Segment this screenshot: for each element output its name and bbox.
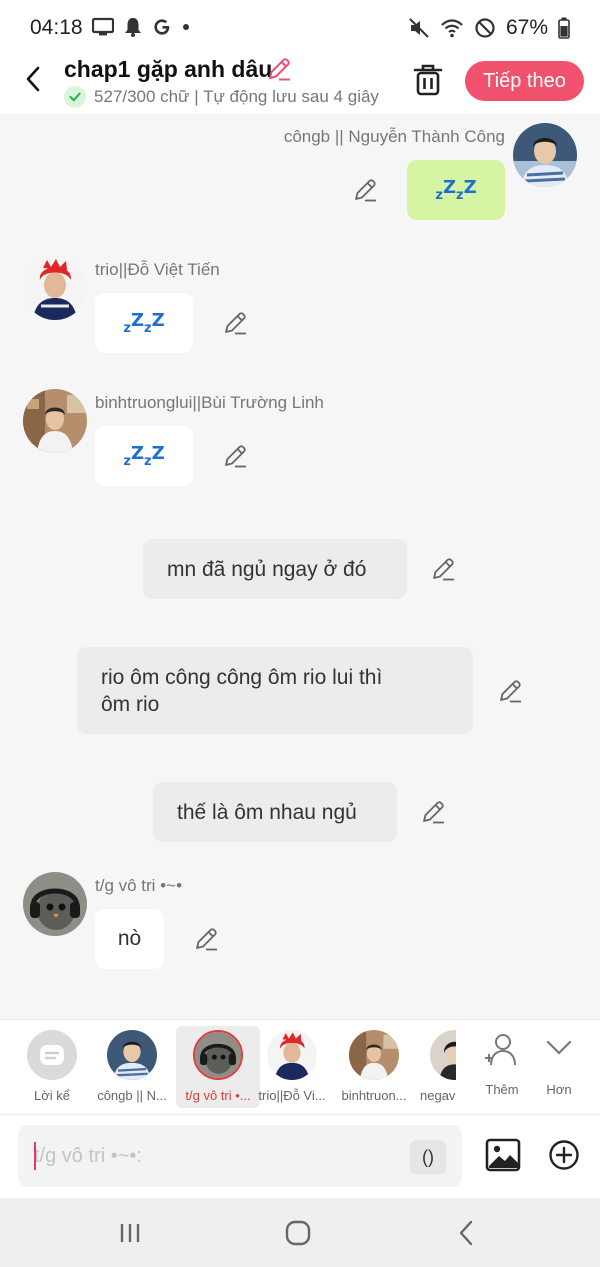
sleep-icon: zZzZ: [435, 177, 477, 203]
battery-percent: 67%: [505, 16, 548, 39]
trash-icon[interactable]: [412, 62, 444, 98]
avatar: [193, 1030, 243, 1080]
character-label: binhtruon...: [341, 1088, 407, 1103]
mute-icon: [409, 18, 429, 38]
character-narrator[interactable]: Lời kể: [10, 1020, 94, 1115]
recent-apps-button[interactable]: [115, 1218, 145, 1248]
more-label: Hơn: [546, 1082, 572, 1097]
edit-icon[interactable]: [430, 556, 456, 582]
edit-icon[interactable]: [420, 799, 446, 825]
speaker-name: binhtruonglui||Bùi Trường Linh: [95, 393, 324, 412]
message-bubble[interactable]: zZzZ: [95, 426, 193, 486]
bell-icon: [125, 18, 141, 37]
recent-apps-icon: [120, 1224, 140, 1242]
character-item-selected[interactable]: t/g vô tri •...: [176, 1026, 260, 1108]
character-selector: Lời kể côngb || N... t/g vô tri •... tri…: [0, 1019, 600, 1114]
message-input-box[interactable]: (): [18, 1125, 462, 1187]
narration-bubble[interactable]: rio ôm công công ôm rio lui thì ôm rio: [77, 647, 473, 734]
editor-header: chap1 gặp anh dâu 527/300 chữ | Tự động …: [0, 56, 600, 114]
edit-icon[interactable]: [352, 177, 378, 203]
avatar[interactable]: [513, 123, 577, 187]
character-label: negav: [420, 1088, 456, 1103]
narration-text: ôm rio: [101, 692, 160, 716]
narration-bubble[interactable]: thế là ôm nhau ngủ: [153, 782, 397, 842]
narration-text: thế là ôm nhau ngủ: [177, 800, 357, 824]
parenthesis-button[interactable]: (): [410, 1140, 446, 1174]
narration-text: mn đã ngủ ngay ở đó: [167, 557, 367, 581]
avatar[interactable]: [23, 389, 87, 453]
character-item[interactable]: binhtruon...: [332, 1020, 416, 1115]
speaker-name: côngb || Nguyễn Thành Công: [283, 127, 505, 146]
avatar: [107, 1030, 157, 1080]
back-button[interactable]: [18, 62, 48, 96]
status-time: 04:18: [30, 16, 83, 39]
more-button[interactable]: Hơn: [526, 1020, 592, 1115]
autosave-text: 527/300 chữ | Tự động lưu sau 4 giây: [94, 87, 379, 106]
word-count-status: 527/300 chữ | Tự động lưu sau 4 giây: [64, 86, 379, 108]
avatar[interactable]: [23, 872, 87, 936]
chapter-title[interactable]: chap1 gặp anh dâu: [64, 56, 272, 83]
sleep-icon: zZzZ: [123, 310, 165, 336]
character-item[interactable]: trio||Đỗ Vi...: [250, 1020, 334, 1115]
narrator-icon: [27, 1030, 77, 1080]
message-input[interactable]: [34, 1125, 414, 1187]
avatar[interactable]: [23, 256, 87, 320]
system-nav-bar: [0, 1198, 600, 1267]
narration-bubble[interactable]: mn đã ngủ ngay ở đó: [143, 539, 407, 599]
avatar: [430, 1030, 456, 1080]
narration-text: rio ôm công công ôm rio lui thì: [101, 665, 383, 689]
battery-icon: [558, 17, 570, 39]
edit-icon[interactable]: [193, 926, 219, 952]
text-cursor: [34, 1142, 36, 1170]
image-icon[interactable]: [485, 1137, 521, 1173]
character-label: côngb || N...: [97, 1088, 167, 1103]
plus-circle-icon[interactable]: [548, 1139, 580, 1171]
character-label: Lời kể: [34, 1088, 70, 1103]
google-icon: [154, 19, 170, 35]
edit-icon[interactable]: [222, 310, 248, 336]
edit-icon[interactable]: [497, 678, 523, 704]
message-bubble[interactable]: nò: [95, 909, 164, 969]
home-button[interactable]: [283, 1218, 313, 1248]
check-icon: [64, 86, 86, 108]
character-item[interactable]: côngb || N...: [90, 1020, 174, 1115]
edit-icon[interactable]: [222, 443, 248, 469]
do-not-disturb-icon: [475, 18, 495, 38]
speaker-name: trio||Đỗ Việt Tiến: [95, 260, 220, 279]
chat-area[interactable]: côngb || Nguyễn Thành Công zZzZ trio||Đỗ…: [0, 114, 600, 1019]
input-bar: (): [0, 1114, 600, 1198]
chevron-left-icon: [26, 66, 40, 92]
message-bubble[interactable]: zZzZ: [95, 293, 193, 353]
avatar: [267, 1030, 317, 1080]
character-item[interactable]: negav: [412, 1020, 456, 1115]
sleep-icon: zZzZ: [123, 443, 165, 469]
add-user-icon: [485, 1034, 516, 1066]
next-button[interactable]: Tiếp theo: [465, 61, 584, 101]
character-label: t/g vô tri •...: [185, 1088, 251, 1103]
status-bar: 04:18 67%: [0, 0, 600, 56]
wifi-icon: [441, 19, 463, 38]
pencil-icon[interactable]: [266, 56, 292, 82]
character-label: trio||Đỗ Vi...: [258, 1088, 326, 1103]
back-nav-button[interactable]: [451, 1218, 481, 1248]
home-icon: [285, 1220, 311, 1246]
message-bubble[interactable]: zZzZ: [407, 160, 505, 220]
monitor-icon: [92, 17, 114, 36]
chevron-down-icon: [546, 1040, 572, 1055]
dot-icon: [183, 24, 189, 30]
speaker-name: t/g vô tri •~•: [95, 876, 183, 895]
avatar: [349, 1030, 399, 1080]
message-text: nò: [117, 927, 142, 950]
chevron-left-icon: [459, 1220, 473, 1246]
